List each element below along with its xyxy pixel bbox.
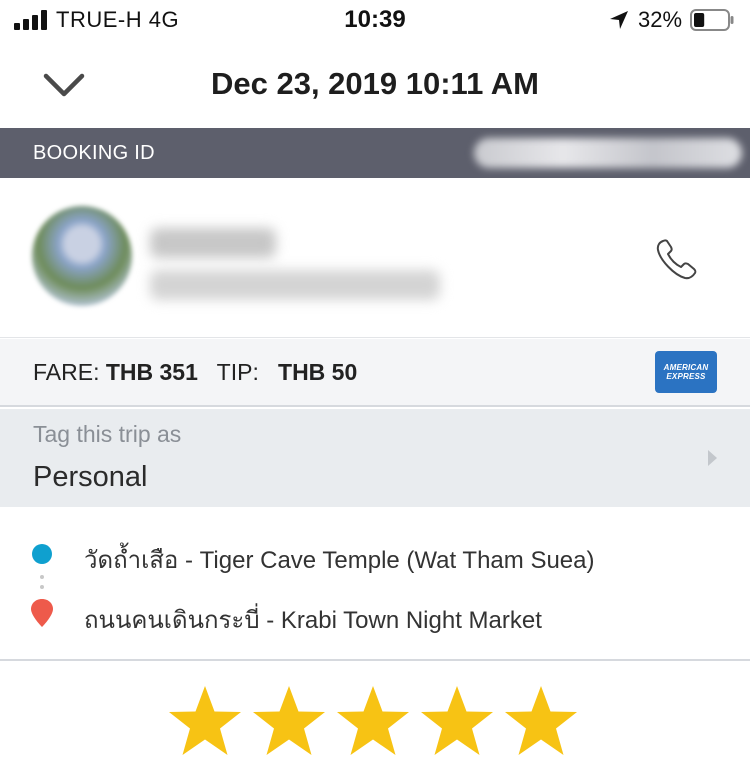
dropoff-location: ถนนคนเดินกระบี่ - Krabi Town Night Marke… bbox=[84, 607, 542, 634]
battery-percent: 32% bbox=[638, 7, 683, 32]
pickup-location: วัดถ้ำเสือ - Tiger Cave Temple (Wat Tham… bbox=[84, 547, 595, 574]
tag-trip-selector[interactable]: Tag this trip as Personal bbox=[0, 409, 750, 507]
star-icon[interactable] bbox=[335, 684, 411, 758]
dropoff-pin-icon bbox=[31, 599, 53, 627]
amex-line1: AMERICAN bbox=[663, 363, 709, 372]
trip-rating bbox=[0, 662, 750, 764]
driver-card bbox=[0, 178, 750, 338]
pickup-dot-icon bbox=[32, 544, 52, 564]
fare-label: FARE: bbox=[33, 359, 100, 385]
status-bar: TRUE-H 4G 10:39 32% bbox=[0, 0, 750, 42]
star-icon[interactable] bbox=[419, 684, 495, 758]
fare-value: THB 351 bbox=[105, 359, 198, 385]
booking-id-value-redacted bbox=[474, 138, 742, 168]
amex-line2: EXPRESS bbox=[666, 372, 706, 381]
booking-id-label: BOOKING ID bbox=[33, 142, 155, 164]
fare-row: FARE: THB 351 TIP: THB 50 AMERICAN EXPRE… bbox=[0, 339, 750, 407]
star-icon[interactable] bbox=[251, 684, 327, 758]
trip-header: Dec 23, 2019 10:11 AM bbox=[0, 42, 750, 128]
tip-value: THB 50 bbox=[278, 359, 358, 385]
route-connector bbox=[40, 575, 44, 589]
star-icon[interactable] bbox=[167, 684, 243, 758]
star-rating bbox=[167, 684, 587, 760]
page-title: Dec 23, 2019 10:11 AM bbox=[210, 66, 539, 101]
battery-icon bbox=[690, 9, 734, 31]
driver-name-redacted bbox=[150, 228, 276, 258]
chevron-right-icon bbox=[708, 450, 717, 466]
tip-label: TIP: bbox=[216, 359, 259, 385]
driver-vehicle-redacted bbox=[150, 270, 440, 300]
driver-avatar bbox=[32, 206, 132, 306]
amex-card-icon: AMERICAN EXPRESS bbox=[655, 351, 717, 393]
location-arrow-icon bbox=[610, 11, 628, 29]
tag-trip-label: Tag this trip as bbox=[33, 421, 182, 447]
tag-trip-value: Personal bbox=[33, 461, 148, 493]
star-icon[interactable] bbox=[503, 684, 579, 758]
trip-route: วัดถ้ำเสือ - Tiger Cave Temple (Wat Tham… bbox=[0, 507, 750, 661]
fare-summary: FARE: THB 351 TIP: THB 50 bbox=[33, 359, 357, 386]
phone-icon[interactable] bbox=[654, 236, 700, 282]
booking-id-bar: BOOKING ID bbox=[0, 128, 750, 178]
